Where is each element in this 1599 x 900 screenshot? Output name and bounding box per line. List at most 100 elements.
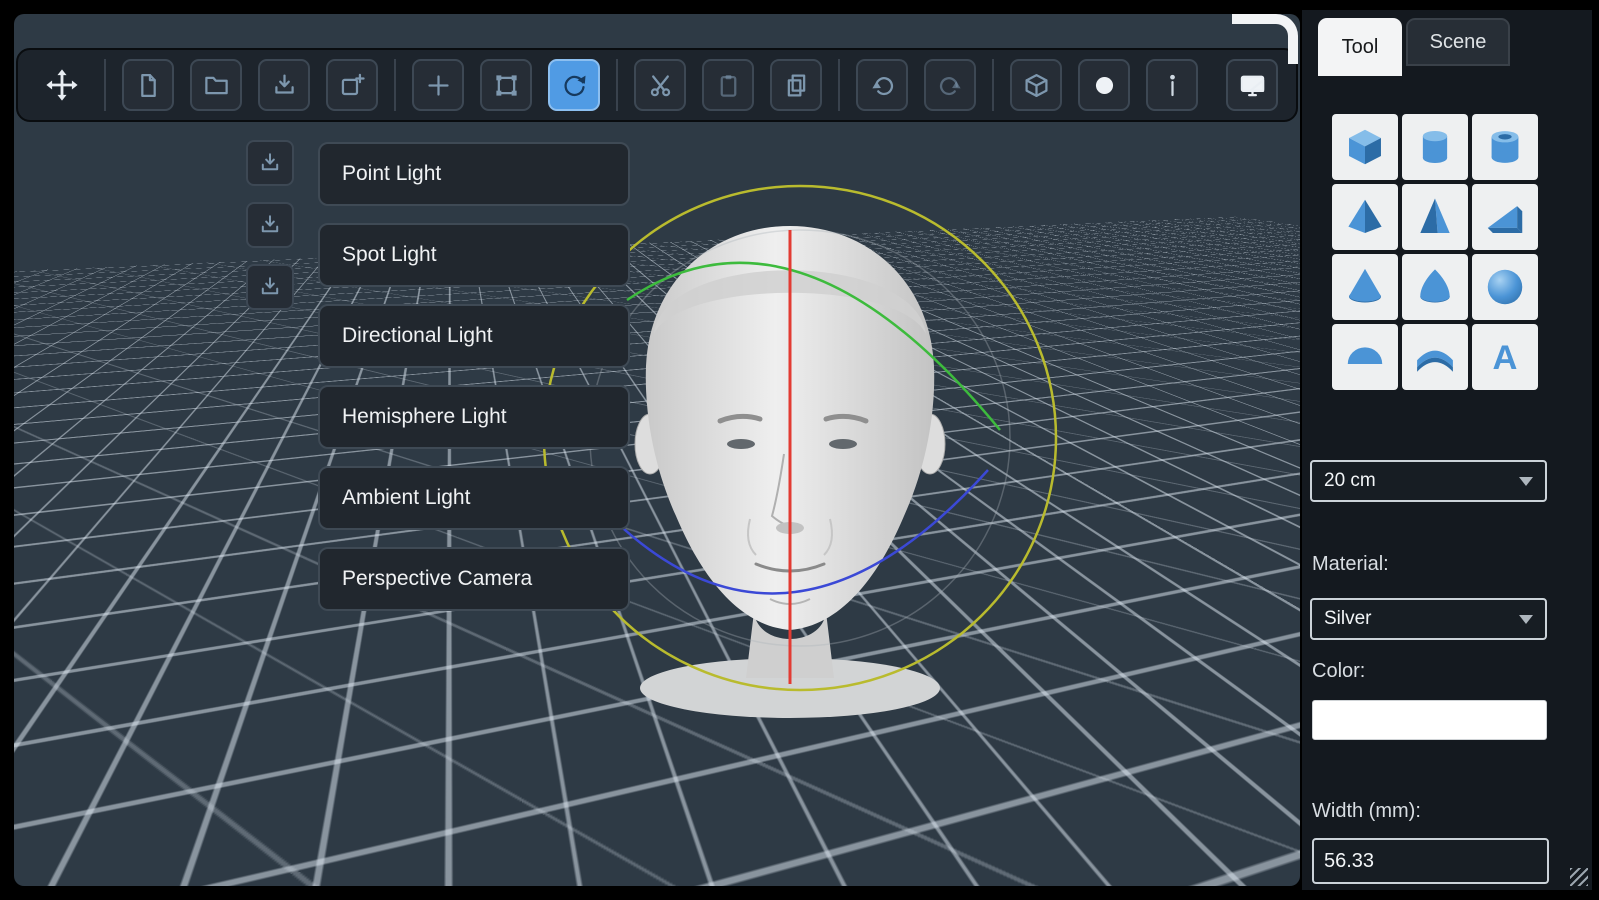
- shape-wedge-button[interactable]: [1472, 184, 1538, 250]
- rotate-icon: [563, 75, 586, 96]
- chevron-down-icon: [1519, 614, 1533, 624]
- main-toolbar: [16, 48, 1298, 122]
- resize-grip[interactable]: [1570, 868, 1588, 886]
- shape-curved-sheet-button[interactable]: [1402, 324, 1468, 390]
- toolbar-divider: [838, 59, 840, 111]
- toolbar-divider: [616, 59, 618, 111]
- app-window: Point Light Spot Light Directional Light…: [0, 0, 1599, 900]
- shape-cylinder-button[interactable]: [1402, 114, 1468, 180]
- menu-item-label: Perspective Camera: [342, 567, 533, 590]
- cube-outline-icon: [1024, 73, 1048, 97]
- menu-item-point-light[interactable]: Point Light: [318, 142, 630, 206]
- sphere-icon: [1487, 269, 1523, 305]
- scene-overlay: [542, 184, 1058, 718]
- display-button[interactable]: [1226, 59, 1278, 111]
- rotate-tool-button[interactable]: [548, 59, 600, 111]
- info-button[interactable]: [1146, 59, 1198, 111]
- shape-text-button[interactable]: A: [1472, 324, 1538, 390]
- shape-palette: A: [1332, 114, 1540, 390]
- menu-item-label: Point Light: [342, 162, 442, 185]
- menu-item-ambient-light[interactable]: Ambient Light: [318, 466, 630, 530]
- cylinder-icon: [1422, 131, 1448, 163]
- pyramid-icon: [1348, 199, 1382, 233]
- new-file-button[interactable]: [122, 59, 174, 111]
- tab-tool[interactable]: Tool: [1318, 18, 1402, 76]
- tube-icon: [1491, 131, 1519, 163]
- material-select-value: Silver: [1324, 608, 1372, 629]
- cube-icon: [1349, 129, 1381, 165]
- shape-pyramid-button[interactable]: [1332, 184, 1398, 250]
- bounding-box-icon: [495, 74, 517, 96]
- width-input[interactable]: [1312, 838, 1549, 884]
- side-panel: Tool Scene A 20 cm Material: Silver Colo…: [1302, 10, 1592, 890]
- light-import-button-1[interactable]: [246, 140, 294, 186]
- import-button[interactable]: [258, 59, 310, 111]
- shape-sphere-button[interactable]: [1472, 254, 1538, 320]
- scale-tool-button[interactable]: [480, 59, 532, 111]
- undo-button[interactable]: [856, 59, 908, 111]
- toolbar-divider: [104, 59, 106, 111]
- chevron-down-icon: [1519, 476, 1533, 486]
- toolbar-divider: [992, 59, 994, 111]
- hemisphere-icon: [1347, 347, 1383, 370]
- cut-button[interactable]: [634, 59, 686, 111]
- box-plus-icon: [341, 73, 365, 95]
- shape-tube-button[interactable]: [1472, 114, 1538, 180]
- menu-item-label: Hemisphere Light: [342, 405, 507, 428]
- shape-cube-button[interactable]: [1332, 114, 1398, 180]
- width-label: Width (mm):: [1312, 800, 1421, 822]
- monitor-icon: [1240, 75, 1264, 96]
- download-icon: [274, 73, 294, 94]
- open-file-button[interactable]: [190, 59, 242, 111]
- cone-icon: [1349, 268, 1381, 303]
- redo-arrow-icon: [939, 76, 961, 95]
- material-select[interactable]: Silver: [1310, 598, 1547, 640]
- svg-text:A: A: [1493, 339, 1518, 377]
- download-icon: [261, 153, 279, 171]
- record-button[interactable]: [1078, 59, 1130, 111]
- menu-item-perspective-camera[interactable]: Perspective Camera: [318, 547, 630, 611]
- menu-item-label: Ambient Light: [342, 486, 471, 509]
- curved-sheet-icon: [1417, 350, 1453, 372]
- clipboard-icon: [720, 74, 736, 97]
- white-circle-icon: [1095, 76, 1113, 94]
- material-label: Material:: [1312, 553, 1389, 575]
- info-icon: [1169, 74, 1175, 96]
- light-menu: Point Light Spot Light Directional Light…: [318, 142, 630, 611]
- download-icon: [261, 215, 279, 233]
- menu-item-spot-light[interactable]: Spot Light: [318, 223, 630, 287]
- shape-tetrahedron-button[interactable]: [1402, 184, 1468, 250]
- shape-hemisphere-button[interactable]: [1332, 324, 1398, 390]
- viewport-corner-decoration: [1232, 14, 1298, 64]
- import-add-button[interactable]: [326, 59, 378, 111]
- tetrahedron-icon: [1420, 198, 1450, 233]
- tab-scene[interactable]: Scene: [1406, 18, 1510, 66]
- paste-button[interactable]: [770, 59, 822, 111]
- light-import-button-2[interactable]: [246, 202, 294, 248]
- copy-button[interactable]: [702, 59, 754, 111]
- wedge-icon: [1487, 206, 1523, 233]
- solid-view-button[interactable]: [1010, 59, 1062, 111]
- new-file-icon: [140, 73, 156, 97]
- paraboloid-icon: [1420, 269, 1450, 303]
- scissors-icon: [650, 74, 670, 96]
- duplicate-icon: [787, 73, 805, 97]
- shape-paraboloid-button[interactable]: [1402, 254, 1468, 320]
- move-button[interactable]: [36, 59, 88, 111]
- viewport-3d[interactable]: Point Light Spot Light Directional Light…: [14, 14, 1300, 886]
- menu-item-hemisphere-light[interactable]: Hemisphere Light: [318, 385, 630, 449]
- color-swatch[interactable]: [1312, 700, 1547, 740]
- shape-cone-button[interactable]: [1332, 254, 1398, 320]
- light-import-button-3[interactable]: [246, 264, 294, 310]
- text-tool-icon: A: [1493, 339, 1518, 377]
- download-icon: [261, 277, 279, 295]
- translate-tool-button[interactable]: [412, 59, 464, 111]
- redo-button[interactable]: [924, 59, 976, 111]
- menu-item-label: Directional Light: [342, 324, 493, 347]
- toolbar-divider: [394, 59, 396, 111]
- color-label: Color:: [1312, 660, 1366, 682]
- menu-item-directional-light[interactable]: Directional Light: [318, 304, 630, 368]
- move-icon: [46, 69, 78, 101]
- size-select[interactable]: 20 cm: [1310, 460, 1547, 502]
- crosshair-icon: [427, 74, 449, 96]
